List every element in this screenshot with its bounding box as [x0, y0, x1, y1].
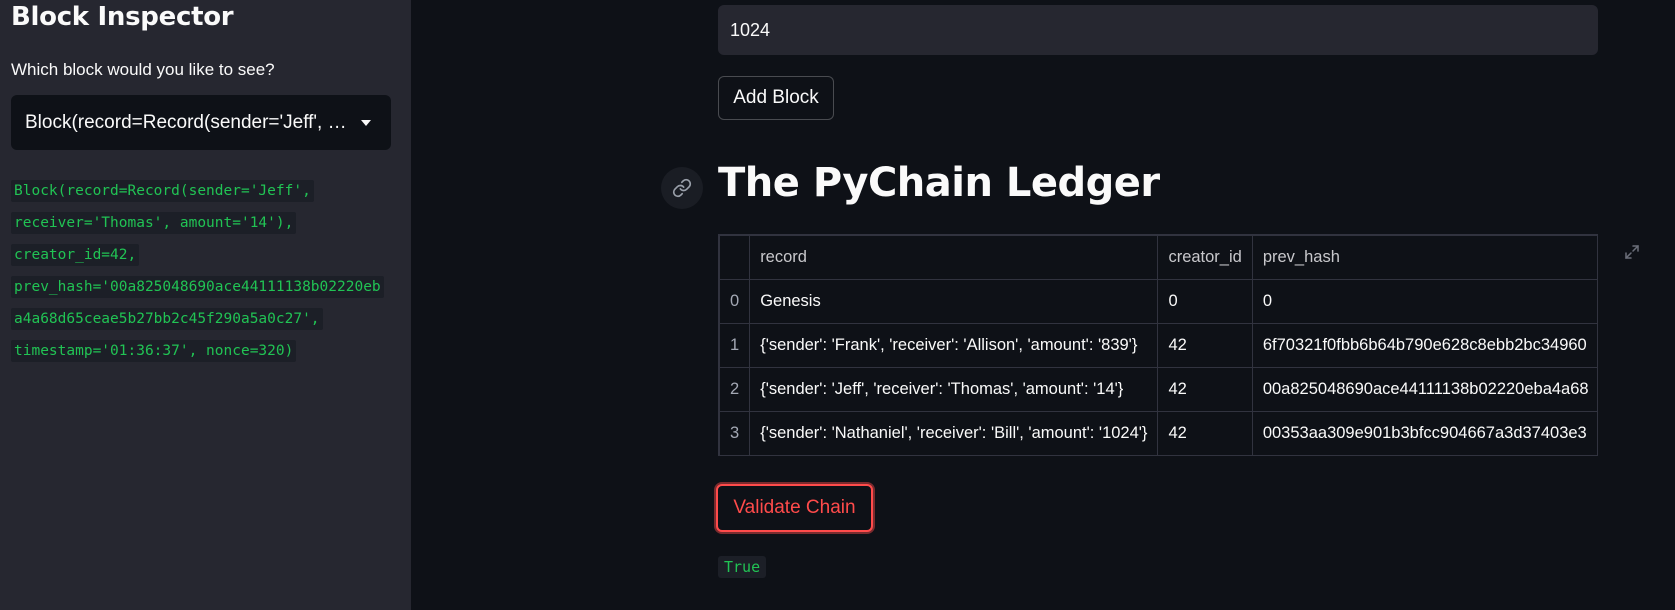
- column-header-prev-hash[interactable]: prev_hash: [1251, 235, 1597, 280]
- table-row: 1 {'sender': 'Frank', 'receiver': 'Allis…: [719, 323, 1597, 368]
- cell-prev-hash[interactable]: 0: [1251, 279, 1597, 324]
- table-row: 0 Genesis 0 0: [719, 279, 1597, 324]
- cell-record[interactable]: {'sender': 'Nathaniel', 'receiver': 'Bil…: [749, 411, 1159, 455]
- table-header-row: record creator_id prev_hash: [719, 235, 1597, 280]
- code-line: Block(record=Record(sender='Jeff',: [11, 180, 314, 202]
- cell-prev-hash[interactable]: 00353aa309e901b3bfcc904667a3d37403e3: [1251, 411, 1597, 455]
- table-row: 2 {'sender': 'Jeff', 'receiver': 'Thomas…: [719, 367, 1597, 412]
- block-select[interactable]: Block(record=Record(sender='Jeff', …: [11, 95, 391, 150]
- cell-prev-hash[interactable]: 00a825048690ace44111138b02220eba4a68: [1251, 367, 1597, 412]
- row-index: 2: [719, 367, 751, 412]
- cell-creator-id[interactable]: 42: [1157, 411, 1253, 455]
- code-line: creator_id=42,: [11, 244, 140, 266]
- row-index: 3: [719, 411, 751, 455]
- sidebar-title: Block Inspector: [11, 2, 234, 32]
- row-index: 0: [719, 279, 751, 324]
- ledger-table[interactable]: record creator_id prev_hash 0 Genesis 0 …: [718, 234, 1598, 456]
- cell-record[interactable]: {'sender': 'Jeff', 'receiver': 'Thomas',…: [749, 367, 1159, 412]
- add-block-button[interactable]: Add Block: [718, 76, 834, 120]
- cell-record[interactable]: Genesis: [749, 279, 1159, 324]
- app: Block Inspector Which block would you li…: [0, 0, 1675, 610]
- code-line: a4a68d65ceae5b27bb2c45f290a5a0c27',: [11, 308, 323, 330]
- cell-creator-id[interactable]: 42: [1157, 367, 1253, 412]
- block-select-value: Block(record=Record(sender='Jeff', …: [25, 111, 347, 133]
- block-select-label: Which block would you like to see?: [11, 60, 275, 79]
- amount-input[interactable]: 1024: [718, 5, 1598, 55]
- cell-creator-id[interactable]: 42: [1157, 323, 1253, 368]
- table-row: 3 {'sender': 'Nathaniel', 'receiver': 'B…: [719, 411, 1597, 455]
- fullscreen-icon[interactable]: [1624, 244, 1640, 260]
- column-header-index[interactable]: [719, 235, 751, 280]
- sidebar: Block Inspector Which block would you li…: [0, 0, 411, 610]
- amount-input-value: 1024: [730, 19, 771, 40]
- cell-record[interactable]: {'sender': 'Frank', 'receiver': 'Allison…: [749, 323, 1159, 368]
- column-header-record[interactable]: record: [749, 235, 1159, 280]
- cell-creator-id[interactable]: 0: [1157, 279, 1253, 324]
- column-header-creator-id[interactable]: creator_id: [1157, 235, 1253, 280]
- cell-prev-hash[interactable]: 6f70321f0fbb6b64b790e628c8ebb2bc34960: [1251, 323, 1597, 368]
- validate-chain-button[interactable]: Validate Chain: [716, 484, 873, 532]
- block-detail-code: Block(record=Record(sender='Jeff', recei…: [11, 175, 391, 367]
- chevron-down-icon: [361, 119, 371, 126]
- code-line: receiver='Thomas', amount='14'),: [11, 212, 297, 234]
- validation-result: True: [718, 556, 767, 578]
- row-index: 1: [719, 323, 751, 368]
- code-line: timestamp='01:36:37', nonce=320): [11, 340, 297, 362]
- ledger-title: The PyChain Ledger: [718, 160, 1160, 206]
- code-line: prev_hash='00a825048690ace44111138b02220…: [11, 276, 384, 298]
- link-icon[interactable]: [661, 167, 703, 209]
